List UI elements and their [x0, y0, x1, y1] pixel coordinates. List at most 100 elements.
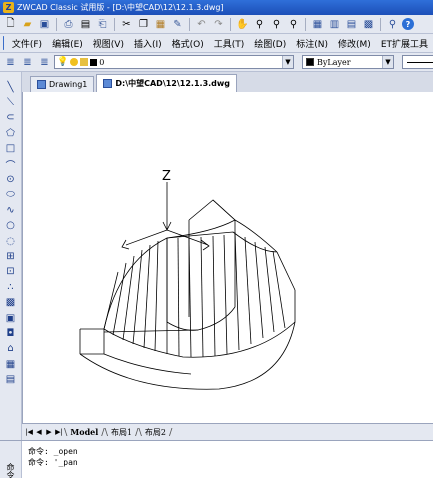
tab-label: D:\中望CAD\12\12.1.3.dwg	[115, 79, 231, 88]
pan-icon[interactable]: ✋	[235, 17, 250, 32]
color-dropdown[interactable]: ByLayer ▼	[302, 55, 394, 69]
tab-divider: /\	[135, 426, 142, 438]
menu-edit[interactable]: 编辑(E)	[47, 37, 88, 50]
cut-icon[interactable]: ✂	[119, 17, 134, 32]
copy-icon[interactable]: ❐	[136, 17, 151, 32]
z-axis-label: Z	[162, 169, 171, 184]
ellipse-arc-icon[interactable]: ◌	[3, 234, 19, 248]
region-icon[interactable]: ◘	[3, 326, 19, 340]
toolbar-divider	[114, 17, 115, 31]
drawing-canvas[interactable]: Z	[22, 92, 433, 423]
command-window-handle[interactable]: 命令	[0, 441, 22, 478]
properties-icon[interactable]: ▦	[310, 17, 325, 32]
layers-toolbar: ≣ ≣ ≣ 💡 0 ▼ ByLayer ▼	[0, 53, 433, 72]
tab-model[interactable]: Model	[67, 427, 101, 437]
tab-layout1[interactable]: 布局1	[108, 427, 135, 438]
menu-insert[interactable]: 插入(I)	[129, 37, 167, 50]
menu-format[interactable]: 格式(O)	[167, 37, 209, 50]
construction-line-icon[interactable]: ⟍	[3, 95, 19, 109]
tab-divider: /	[168, 426, 173, 438]
drawing-svg: Z	[79, 169, 296, 390]
line-icon[interactable]: ╲	[3, 80, 19, 94]
layer-freeze-icon	[70, 58, 79, 66]
command-line: 命令: '_pan	[28, 458, 78, 467]
mtext-icon[interactable]: ▤	[3, 372, 19, 386]
zoom-window-icon[interactable]: ⚲	[269, 17, 284, 32]
toolbar-divider	[380, 17, 381, 31]
layout-tabs-bar: |◀ ◀ ▶ ▶| \ Model /\ 布局1 /\ 布局2 /	[22, 423, 433, 440]
last-layout-icon[interactable]: ▶|	[54, 427, 64, 438]
color-swatch	[306, 58, 314, 66]
layer-previous-icon[interactable]: ≣	[20, 55, 35, 70]
menu-tools[interactable]: 工具(T)	[209, 37, 250, 50]
table-icon[interactable]: ▦	[3, 357, 19, 371]
preview-icon[interactable]: ▤	[78, 17, 93, 32]
publish-icon[interactable]: ⎗	[95, 17, 110, 32]
zoom-previous-icon[interactable]: ⚲	[286, 17, 301, 32]
document-tabs: Drawing1 D:\中望CAD\12\12.1.3.dwg	[22, 72, 433, 92]
polyline-icon[interactable]: ⊂	[3, 111, 19, 125]
draw-toolbar: ╲ ⟍ ⊂ ⬠ □ ⌒ ⊙ ⬭ ∿ ○ ◌ ⊞ ⊡ ∴ ▩ ▣ ◘ ⌂ ▦ ▤	[0, 72, 22, 440]
y-axis-arrow	[200, 239, 210, 251]
gradient-icon[interactable]: ▣	[3, 311, 19, 325]
tab-label: Drawing1	[49, 80, 88, 89]
save-icon[interactable]: ▣	[37, 17, 52, 32]
toolbar-divider	[189, 17, 190, 31]
undo-icon[interactable]: ↶	[194, 17, 209, 32]
point-icon[interactable]: ∴	[3, 280, 19, 294]
title-bar: Z ZWCAD Classic 试用版 - [D:\中望CAD\12\12.1.…	[0, 0, 433, 15]
first-layout-icon[interactable]: |◀	[24, 427, 34, 438]
open-icon[interactable]: ▰	[20, 17, 35, 32]
design-center-icon[interactable]: ▥	[327, 17, 342, 32]
menu-file[interactable]: 文件(F)	[7, 37, 47, 50]
layer-lock-icon	[80, 58, 89, 66]
paste-icon[interactable]: ▦	[153, 17, 168, 32]
menu-modify[interactable]: 修改(M)	[333, 37, 376, 50]
layer-manager-icon[interactable]: ≣	[3, 55, 18, 70]
app-menu-icon[interactable]	[3, 36, 4, 50]
calculator-icon[interactable]: ▩	[361, 17, 376, 32]
chevron-down-icon[interactable]: ▼	[382, 56, 393, 68]
zoom-realtime-icon[interactable]: ⚲	[252, 17, 267, 32]
make-block-icon[interactable]: ⊡	[3, 265, 19, 279]
matchprop-icon[interactable]: ✎	[170, 17, 185, 32]
print-icon[interactable]: ⎙	[61, 17, 76, 32]
layer-color-icon	[90, 58, 98, 66]
rectangle-icon[interactable]: □	[3, 142, 19, 156]
boundary-icon[interactable]: ⌂	[3, 342, 19, 356]
linetype-dropdown[interactable]	[402, 55, 433, 69]
search-icon[interactable]: ⚲	[385, 17, 400, 32]
menu-draw[interactable]: 绘图(D)	[249, 37, 291, 50]
hatch-icon[interactable]: ▩	[3, 295, 19, 309]
polygon-icon[interactable]: ⬠	[3, 126, 19, 140]
command-window[interactable]: 命令 命令: _open 命令: '_pan	[0, 440, 433, 478]
prev-layout-icon[interactable]: ◀	[34, 427, 44, 438]
spline-icon[interactable]: ∿	[3, 203, 19, 217]
help-icon[interactable]: ?	[402, 18, 414, 30]
insert-block-icon[interactable]: ⊞	[3, 249, 19, 263]
menu-dimension[interactable]: 标注(N)	[291, 37, 333, 50]
layer-dropdown[interactable]: 💡 0 ▼	[54, 55, 294, 69]
next-layout-icon[interactable]: ▶	[44, 427, 54, 438]
tab-drawing1[interactable]: Drawing1	[30, 76, 95, 92]
app-logo-icon: Z	[3, 2, 14, 13]
drawing-file-icon	[103, 79, 113, 88]
tab-12-1-3-dwg[interactable]: D:\中望CAD\12\12.1.3.dwg	[96, 74, 238, 92]
ellipse-icon[interactable]: ⬭	[3, 188, 19, 202]
tool-palette-icon[interactable]: ▤	[344, 17, 359, 32]
color-name: ByLayer	[317, 57, 351, 67]
menu-bar: 文件(F) 编辑(E) 视图(V) 插入(I) 格式(O) 工具(T) 绘图(D…	[0, 34, 433, 53]
menu-et-tools[interactable]: ET扩展工具	[376, 37, 433, 50]
revision-cloud-icon[interactable]: ○	[3, 219, 19, 233]
circle-icon[interactable]: ⊙	[3, 172, 19, 186]
layer-state-icon[interactable]: ≣	[37, 55, 52, 70]
arc-icon[interactable]: ⌒	[3, 157, 19, 172]
menu-view[interactable]: 视图(V)	[88, 37, 129, 50]
new-icon[interactable]: 🗋	[3, 17, 18, 32]
chevron-down-icon[interactable]: ▼	[282, 56, 293, 68]
tab-layout2[interactable]: 布局2	[142, 427, 169, 438]
redo-icon[interactable]: ↷	[211, 17, 226, 32]
x-axis-line	[125, 229, 168, 246]
window-title: ZWCAD Classic 试用版 - [D:\中望CAD\12\12.1.3.…	[17, 3, 224, 12]
standard-toolbar: 🗋 ▰ ▣ ⎙ ▤ ⎗ ✂ ❐ ▦ ✎ ↶ ↷ ✋ ⚲ ⚲ ⚲ ▦ ▥ ▤ ▩ …	[0, 15, 433, 34]
